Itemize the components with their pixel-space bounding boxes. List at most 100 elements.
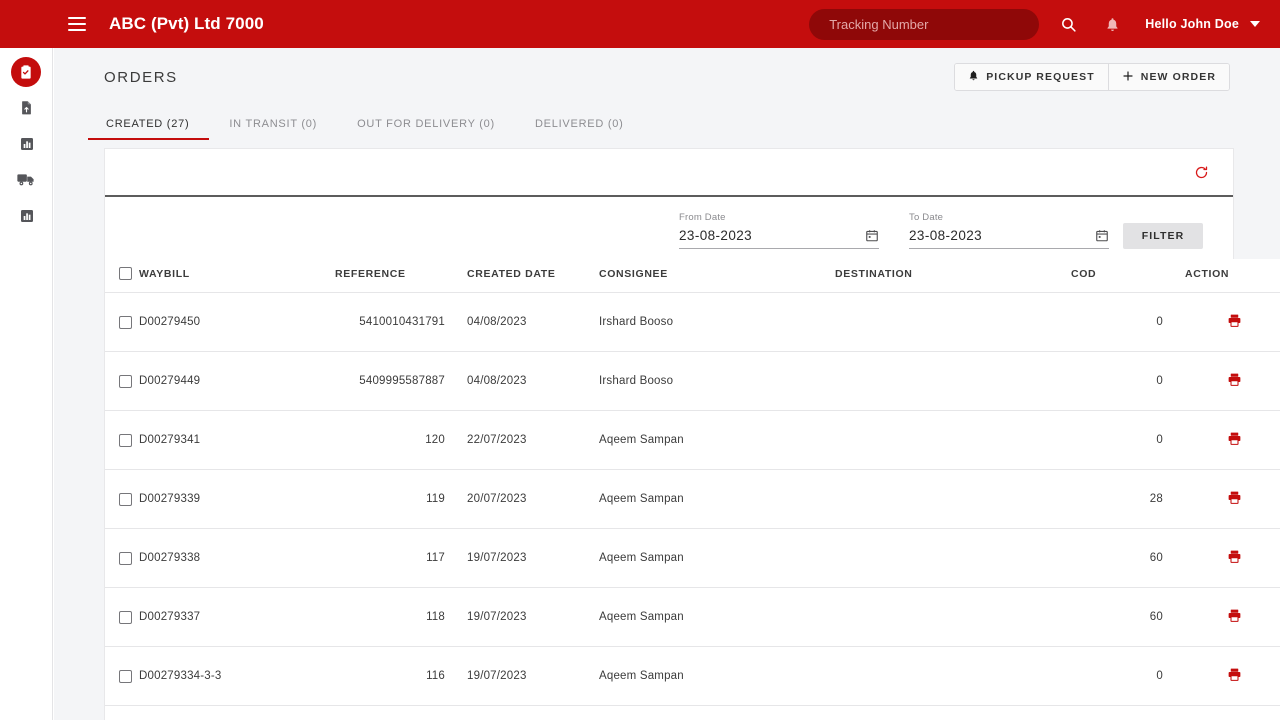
cell-created-date: 19/07/2023 — [445, 705, 599, 720]
app-bar: ABC (Pvt) Ltd 7000 Hello John Doe — [0, 0, 1280, 48]
tab-out-for-delivery[interactable]: OUT FOR DELIVERY (0) — [337, 118, 515, 140]
row-select-cell — [105, 292, 139, 352]
sidebar-item-analytics[interactable] — [0, 200, 53, 236]
column-created-date[interactable]: CREATED DATE — [445, 259, 599, 293]
cell-destination — [835, 351, 1071, 411]
printer-icon[interactable] — [1227, 490, 1242, 505]
table-row[interactable]: D00279334-2-3 116 19/07/2023 Aqeem Sampa… — [105, 705, 1280, 720]
row-checkbox[interactable] — [119, 492, 132, 506]
from-date-field[interactable]: From Date 23-08-2023 — [679, 212, 879, 249]
sidebar-item-shipments[interactable] — [0, 164, 53, 200]
search-icon[interactable] — [1053, 9, 1083, 39]
chart-bar-icon — [19, 208, 35, 229]
cell-reference: 116 — [335, 646, 445, 706]
row-select-cell — [105, 528, 139, 588]
row-checkbox[interactable] — [119, 551, 132, 565]
calendar-icon[interactable] — [865, 228, 879, 243]
cell-destination — [835, 410, 1071, 470]
sidebar-item-upload[interactable] — [0, 92, 53, 128]
hamburger-icon[interactable] — [68, 17, 86, 31]
cell-consignee: Irshard Booso — [599, 292, 835, 352]
filter-button[interactable]: FILTER — [1123, 223, 1203, 249]
table-header-row: WAYBILL REFERENCE CREATED DATE CONSIGNEE… — [105, 259, 1280, 293]
cell-consignee: Aqeem Sampan — [599, 410, 835, 470]
sidebar-item-orders[interactable] — [0, 52, 53, 92]
cell-destination — [835, 646, 1071, 706]
cell-reference: 5410010431791 — [335, 292, 445, 352]
cell-created-date: 19/07/2023 — [445, 587, 599, 647]
search-input[interactable] — [829, 16, 1020, 32]
bell-icon[interactable] — [1097, 9, 1127, 39]
sidebar-rail — [0, 48, 53, 720]
row-select-cell — [105, 469, 139, 529]
column-destination[interactable]: DESTINATION — [835, 259, 1071, 293]
cell-action — [1163, 705, 1280, 720]
printer-icon[interactable] — [1227, 608, 1242, 623]
clipboard-check-icon — [11, 57, 41, 87]
cell-reference: 120 — [335, 410, 445, 470]
cell-consignee: Aqeem Sampan — [599, 587, 835, 647]
column-waybill[interactable]: WAYBILL — [139, 259, 335, 293]
cell-destination — [835, 292, 1071, 352]
row-checkbox[interactable] — [119, 433, 132, 447]
column-cod[interactable]: COD — [1071, 259, 1163, 293]
user-greeting: Hello John Doe — [1145, 17, 1239, 31]
column-consignee[interactable]: CONSIGNEE — [599, 259, 835, 293]
row-checkbox[interactable] — [119, 315, 132, 329]
row-checkbox[interactable] — [119, 669, 132, 683]
sidebar-item-reports[interactable] — [0, 128, 53, 164]
user-menu[interactable]: Hello John Doe — [1145, 17, 1260, 31]
table-row[interactable]: D00279337 118 19/07/2023 Aqeem Sampan 60 — [105, 587, 1280, 647]
file-upload-icon — [19, 99, 34, 121]
printer-icon[interactable] — [1227, 313, 1242, 328]
page-title: ORDERS — [104, 68, 178, 86]
refresh-icon[interactable] — [1189, 160, 1213, 184]
tracking-search-pill[interactable] — [809, 8, 1040, 40]
cell-consignee: Irshard Booso — [599, 351, 835, 411]
row-select-cell — [105, 587, 139, 647]
cell-created-date: 04/08/2023 — [445, 292, 599, 352]
cell-created-date: 19/07/2023 — [445, 528, 599, 588]
table-row[interactable]: D00279450 5410010431791 04/08/2023 Irsha… — [105, 292, 1280, 352]
printer-icon[interactable] — [1227, 549, 1242, 564]
pickup-request-button[interactable]: PICKUP REQUEST — [955, 64, 1108, 90]
from-date-label: From Date — [679, 212, 726, 223]
printer-icon[interactable] — [1227, 667, 1242, 682]
tab-delivered[interactable]: DELIVERED (0) — [515, 118, 644, 140]
cell-reference: 116 — [335, 705, 445, 720]
main-content: ORDERS PICKUP REQUEST NEW ORDER CREATED … — [54, 48, 1280, 720]
printer-icon[interactable] — [1227, 431, 1242, 446]
column-reference[interactable]: REFERENCE — [335, 259, 445, 293]
cell-action — [1163, 646, 1280, 706]
new-order-label: NEW ORDER — [1140, 71, 1216, 83]
table-row[interactable]: D00279339 119 20/07/2023 Aqeem Sampan 28 — [105, 469, 1280, 529]
row-select-cell — [105, 410, 139, 470]
table-row[interactable]: D00279449 5409995587887 04/08/2023 Irsha… — [105, 351, 1280, 411]
row-checkbox[interactable] — [119, 610, 132, 624]
cell-waybill: D00279334-2-3 — [139, 705, 335, 720]
printer-icon[interactable] — [1227, 372, 1242, 387]
table-row[interactable]: D00279334-3-3 116 19/07/2023 Aqeem Sampa… — [105, 646, 1280, 706]
cell-destination — [835, 705, 1071, 720]
cell-waybill: D00279449 — [139, 351, 335, 411]
table-row[interactable]: D00279341 120 22/07/2023 Aqeem Sampan 0 — [105, 410, 1280, 470]
cell-consignee: Aqeem Sampan — [599, 705, 835, 720]
tab-created[interactable]: CREATED (27) — [88, 118, 210, 140]
calendar-icon[interactable] — [1095, 228, 1109, 243]
cell-waybill: D00279450 — [139, 292, 335, 352]
row-select-cell — [105, 351, 139, 411]
row-checkbox[interactable] — [119, 374, 132, 388]
cell-cod: 60 — [1071, 587, 1163, 647]
select-all-checkbox[interactable] — [119, 267, 132, 280]
app-title: ABC (Pvt) Ltd 7000 — [109, 14, 264, 33]
from-date-value: 23-08-2023 — [679, 228, 753, 243]
row-select-cell — [105, 705, 139, 720]
tab-in-transit[interactable]: IN TRANSIT (0) — [209, 118, 337, 140]
cell-action — [1163, 292, 1280, 352]
to-date-field[interactable]: To Date 23-08-2023 — [909, 212, 1109, 249]
new-order-button[interactable]: NEW ORDER — [1107, 64, 1229, 90]
table-row[interactable]: D00279338 117 19/07/2023 Aqeem Sampan 60 — [105, 528, 1280, 588]
orders-table-head: WAYBILL REFERENCE CREATED DATE CONSIGNEE… — [105, 259, 1280, 293]
cell-destination — [835, 469, 1071, 529]
bell-icon — [968, 69, 979, 85]
